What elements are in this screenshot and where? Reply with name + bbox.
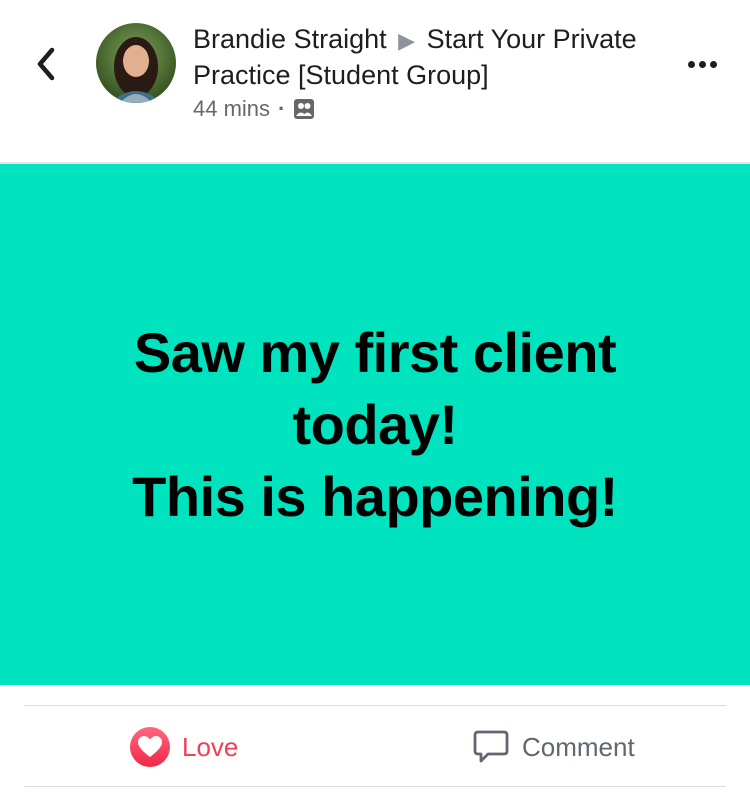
chevron-left-icon	[37, 47, 55, 81]
post-text: Saw my first client today! This is happe…	[132, 320, 618, 528]
group-audience-icon	[294, 99, 315, 119]
meta-separator: ·	[278, 96, 286, 121]
love-label: Love	[182, 731, 239, 762]
comment-icon	[473, 730, 509, 763]
avatar[interactable]	[96, 23, 176, 103]
status-background-card: Saw my first client today! This is happe…	[0, 164, 750, 685]
divider	[24, 786, 726, 787]
more-dots-icon	[687, 60, 695, 68]
back-button[interactable]	[28, 44, 64, 84]
comment-button[interactable]: Comment	[472, 722, 635, 772]
post-header: Brandie Straight ▶ Start Your Private Pr…	[0, 0, 750, 162]
comment-label: Comment	[522, 731, 635, 762]
post-title: Brandie Straight ▶ Start Your Private Pr…	[193, 22, 663, 92]
triangle-right-icon: ▶	[398, 28, 416, 53]
post-meta: 44 mins ·	[193, 94, 315, 124]
more-options-button[interactable]	[680, 52, 724, 76]
author-name[interactable]: Brandie Straight	[193, 24, 387, 54]
love-button[interactable]: Love	[130, 722, 238, 772]
divider	[24, 705, 726, 706]
heart-icon	[130, 727, 170, 767]
post-time[interactable]: 44 mins	[193, 96, 270, 122]
